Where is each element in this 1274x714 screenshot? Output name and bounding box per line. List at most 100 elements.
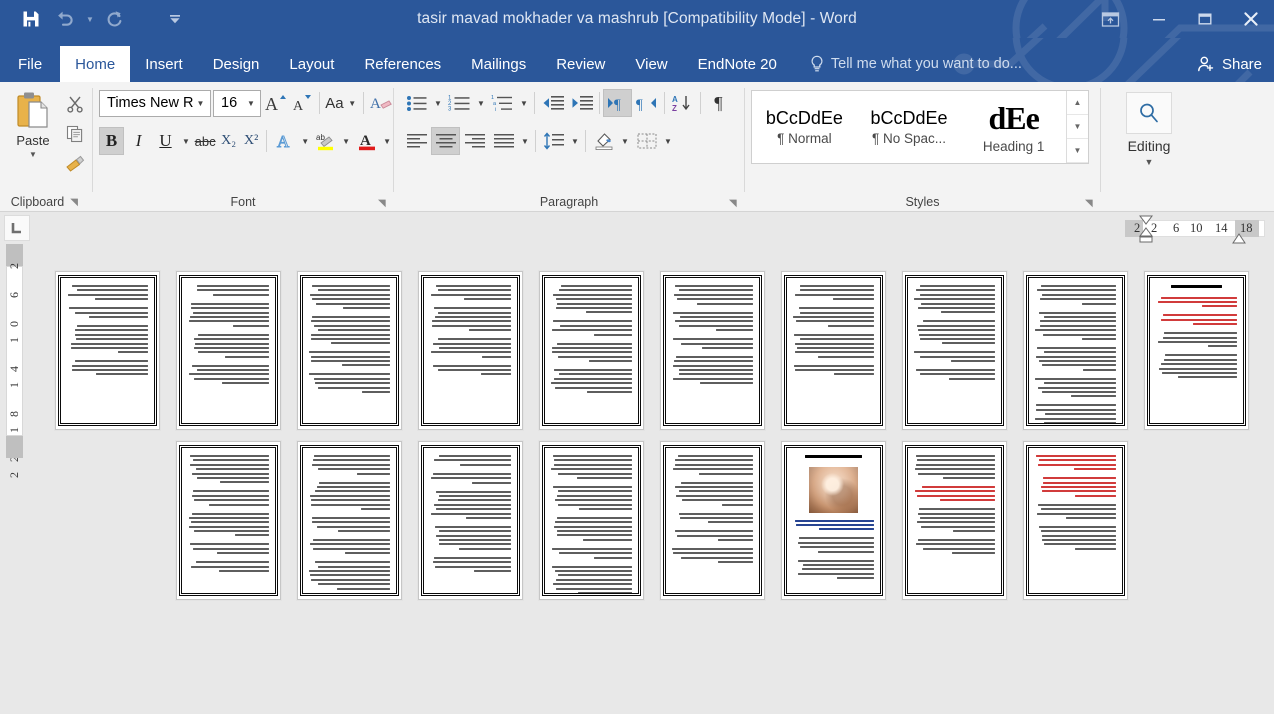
styles-dialog-launcher[interactable]: ◥ [1085, 198, 1096, 209]
tab-design[interactable]: Design [198, 46, 275, 82]
styles-scroll-up-button[interactable]: ▲ [1067, 91, 1088, 115]
editing-icon-box[interactable] [1126, 92, 1172, 134]
subscript-button[interactable]: X₂ [218, 127, 239, 155]
paste-dropdown-arrow[interactable]: ▼ [29, 150, 37, 159]
tab-file[interactable]: File [0, 46, 60, 82]
borders-button[interactable] [632, 127, 661, 155]
page-thumbnail[interactable] [176, 271, 281, 430]
minimize-button[interactable] [1136, 0, 1182, 38]
document-work-area[interactable]: 22 18 14 10 6 2 2 [0, 244, 1274, 714]
page-thumbnail[interactable] [902, 271, 1007, 430]
bold-button[interactable]: B [99, 127, 125, 155]
text-effects-dropdown-arrow[interactable]: ▼ [299, 127, 311, 155]
cut-button[interactable] [60, 90, 90, 118]
tab-stop-selector[interactable] [4, 215, 30, 241]
multilevel-list-dropdown-arrow[interactable]: ▼ [517, 89, 531, 117]
page-thumbnail[interactable] [660, 441, 765, 600]
page-thumbnail[interactable] [418, 271, 523, 430]
sort-button[interactable]: A Z [668, 89, 697, 117]
page-thumbnail[interactable] [297, 441, 402, 600]
align-center-button[interactable] [431, 127, 460, 155]
paste-button[interactable]: Paste ▼ [6, 88, 60, 178]
page-thumbnail[interactable] [539, 271, 644, 430]
page-thumbnail[interactable] [55, 271, 160, 430]
format-painter-button[interactable] [60, 150, 90, 178]
tab-references[interactable]: References [349, 46, 456, 82]
shading-button[interactable] [589, 127, 618, 155]
underline-dropdown-arrow[interactable]: ▼ [180, 127, 192, 155]
page-thumbnail[interactable] [781, 271, 886, 430]
page-thumbnail[interactable] [418, 441, 523, 600]
paragraph-dialog-launcher[interactable]: ◥ [729, 198, 740, 209]
redo-button[interactable] [98, 4, 132, 34]
numbering-dropdown-arrow[interactable]: ▼ [474, 89, 488, 117]
underline-button[interactable]: U [153, 127, 178, 155]
decrease-indent-button[interactable] [538, 89, 567, 117]
highlight-dropdown-arrow[interactable]: ▼ [340, 127, 352, 155]
page-thumbnail[interactable] [902, 441, 1007, 600]
customize-quick-access-button[interactable] [158, 4, 192, 34]
tab-mailings[interactable]: Mailings [456, 46, 541, 82]
restore-button[interactable] [1182, 0, 1228, 38]
change-case-dropdown-arrow[interactable]: ▼ [346, 89, 358, 117]
page-thumbnail[interactable] [1144, 271, 1249, 430]
grow-font-button[interactable]: A [263, 89, 287, 117]
borders-dropdown-arrow[interactable]: ▼ [661, 127, 675, 155]
line-spacing-button[interactable] [539, 127, 568, 155]
style-item-heading-1[interactable]: dEe Heading 1 [961, 91, 1066, 163]
font-size-dropdown-arrow[interactable]: ▼ [243, 99, 258, 108]
font-dialog-launcher[interactable]: ◥ [378, 198, 389, 209]
page-thumbnail[interactable] [660, 271, 765, 430]
justify-dropdown-arrow[interactable]: ▼ [518, 127, 532, 155]
tab-layout[interactable]: Layout [274, 46, 349, 82]
numbering-button[interactable]: 1 2 3 [445, 89, 474, 117]
editing-button[interactable]: Editing ▼ [1101, 88, 1197, 167]
page-thumbnail[interactable] [781, 441, 886, 600]
tab-view[interactable]: View [620, 46, 682, 82]
align-right-button[interactable] [460, 127, 489, 155]
clear-formatting-button[interactable]: A [369, 89, 393, 117]
page-thumbnail[interactable] [539, 441, 644, 600]
align-left-button[interactable] [402, 127, 431, 155]
horizontal-ruler[interactable]: 2 2 6 10 14 18 [0, 212, 1274, 244]
bullets-dropdown-arrow[interactable]: ▼ [431, 89, 445, 117]
page-thumbnail[interactable] [176, 441, 281, 600]
editing-dropdown-arrow[interactable]: ▼ [1145, 157, 1154, 167]
change-case-button[interactable]: Aa [324, 89, 344, 117]
page-thumbnail[interactable] [1023, 271, 1128, 430]
shading-dropdown-arrow[interactable]: ▼ [618, 127, 632, 155]
rtl-text-direction-button[interactable]: ¶ [632, 89, 661, 117]
save-button[interactable] [14, 4, 48, 34]
style-item-no-spacing[interactable]: bCcDdEe ¶ No Spac... [857, 91, 962, 163]
font-name-dropdown-arrow[interactable]: ▼ [193, 99, 208, 108]
text-highlight-color-button[interactable]: ab [313, 127, 338, 155]
styles-scrollbar[interactable]: ▲ ▼ ▼ [1066, 91, 1088, 163]
italic-button[interactable]: I [126, 127, 151, 155]
style-item-normal[interactable]: bCcDdEe ¶ Normal [752, 91, 857, 163]
first-line-indent-marker[interactable] [1137, 214, 1155, 248]
font-color-button[interactable]: A [354, 127, 379, 155]
close-button[interactable] [1228, 0, 1274, 38]
text-effects-button[interactable]: A [272, 127, 297, 155]
page-thumbnail[interactable] [1023, 441, 1128, 600]
tab-home[interactable]: Home [60, 46, 131, 82]
show-formatting-marks-button[interactable]: ¶ [704, 89, 733, 117]
font-color-dropdown-arrow[interactable]: ▼ [381, 127, 393, 155]
multilevel-list-button[interactable]: 1 a i [488, 89, 517, 117]
increase-indent-button[interactable] [567, 89, 596, 117]
ribbon-display-options-button[interactable] [1084, 0, 1136, 38]
line-spacing-dropdown-arrow[interactable]: ▼ [568, 127, 582, 155]
tell-me-search[interactable]: Tell me what you want to do... [810, 46, 1022, 82]
styles-more-button[interactable]: ▼ [1067, 139, 1088, 163]
undo-dropdown-arrow[interactable]: ▼ [82, 4, 98, 34]
font-size-combobox[interactable]: 16 ▼ [213, 89, 262, 117]
page-thumbnail-grid[interactable] [0, 244, 1274, 714]
superscript-button[interactable]: X² [241, 127, 262, 155]
shrink-font-button[interactable]: A [290, 89, 314, 117]
copy-button[interactable] [60, 120, 90, 148]
tab-endnote-20[interactable]: EndNote 20 [683, 46, 792, 82]
tab-review[interactable]: Review [541, 46, 620, 82]
tab-insert[interactable]: Insert [130, 46, 198, 82]
ltr-text-direction-button[interactable]: ¶ [603, 89, 632, 117]
ruler-scale[interactable]: 2 2 6 10 14 18 [1125, 215, 1265, 244]
